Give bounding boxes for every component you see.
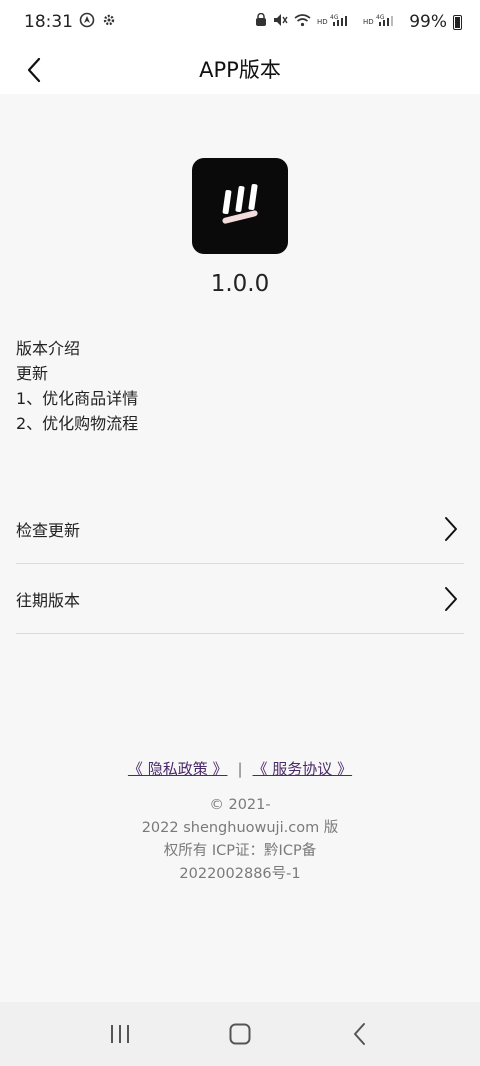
back-nav-icon xyxy=(354,1023,365,1045)
check-update-row[interactable]: 检查更新 xyxy=(16,494,464,564)
menu-label: 检查更新 xyxy=(16,520,81,540)
status-right: HD 4G HD 4G 99% xyxy=(255,12,462,32)
menu-label: 往期版本 xyxy=(16,590,81,610)
past-versions-row[interactable]: 往期版本 xyxy=(16,564,464,634)
link-separator: | xyxy=(237,759,243,778)
signal-hd-icon: HD 4G xyxy=(317,13,357,31)
copyright-text: © 2021- 2022 shenghuowuji.com 版 权所有 ICP证… xyxy=(140,794,340,886)
copyright-line: 权所有 ICP证：黔ICP备 xyxy=(163,843,317,859)
settings-gear-icon xyxy=(101,12,117,32)
notes-subheading: 更新 xyxy=(16,364,49,383)
app-header: APP版本 xyxy=(0,44,480,94)
lock-icon xyxy=(255,12,267,31)
copyright-line: © 2021- xyxy=(209,797,271,813)
recent-apps-button[interactable] xyxy=(95,1014,145,1054)
svg-text:4G: 4G xyxy=(376,14,385,21)
chevron-right-icon xyxy=(445,586,457,611)
footer-links: 《 隐私政策 》 | 《 服务协议 》 xyxy=(0,758,480,779)
svg-text:4G: 4G xyxy=(330,14,339,21)
copyright-line: 2022002886号-1 xyxy=(179,866,301,882)
mute-icon xyxy=(273,13,288,31)
system-nav-bar xyxy=(0,1002,480,1066)
navigation-icon xyxy=(79,12,95,32)
release-notes: 版本介绍 更新 1、优化商品详情 2、优化购物流程 xyxy=(16,336,464,436)
status-left: 18:31 xyxy=(24,12,117,32)
battery-icon xyxy=(453,14,462,30)
battery-percent: 99% xyxy=(409,12,447,32)
notes-item: 2、优化购物流程 xyxy=(16,414,139,433)
notes-item: 1、优化商品详情 xyxy=(16,389,139,408)
app-logo xyxy=(192,158,288,254)
chevron-right-icon xyxy=(445,516,457,541)
chevron-left-icon xyxy=(27,57,41,83)
privacy-policy-link[interactable]: 《 隐私政策 》 xyxy=(128,758,228,779)
copyright-line: 2022 shenghuowuji.com 版 xyxy=(141,820,339,836)
status-time: 18:31 xyxy=(24,12,73,32)
status-bar: 18:31 HD 4G HD 4G 99% xyxy=(0,0,480,44)
notes-heading: 版本介绍 xyxy=(16,339,81,358)
recent-apps-icon xyxy=(111,1025,129,1043)
version-number: 1.0.0 xyxy=(210,271,270,297)
settings-menu: 检查更新 往期版本 xyxy=(16,494,464,634)
signal-4g-icon: HD 4G xyxy=(363,13,403,31)
page-title: APP版本 xyxy=(199,58,281,82)
wifi-icon xyxy=(294,13,311,31)
home-button[interactable] xyxy=(215,1014,265,1054)
back-nav-button[interactable] xyxy=(335,1014,385,1054)
back-button[interactable] xyxy=(16,52,52,88)
service-agreement-link[interactable]: 《 服务协议 》 xyxy=(253,758,353,779)
home-icon xyxy=(229,1023,251,1045)
svg-text:HD: HD xyxy=(317,18,328,26)
svg-text:HD: HD xyxy=(363,18,374,26)
